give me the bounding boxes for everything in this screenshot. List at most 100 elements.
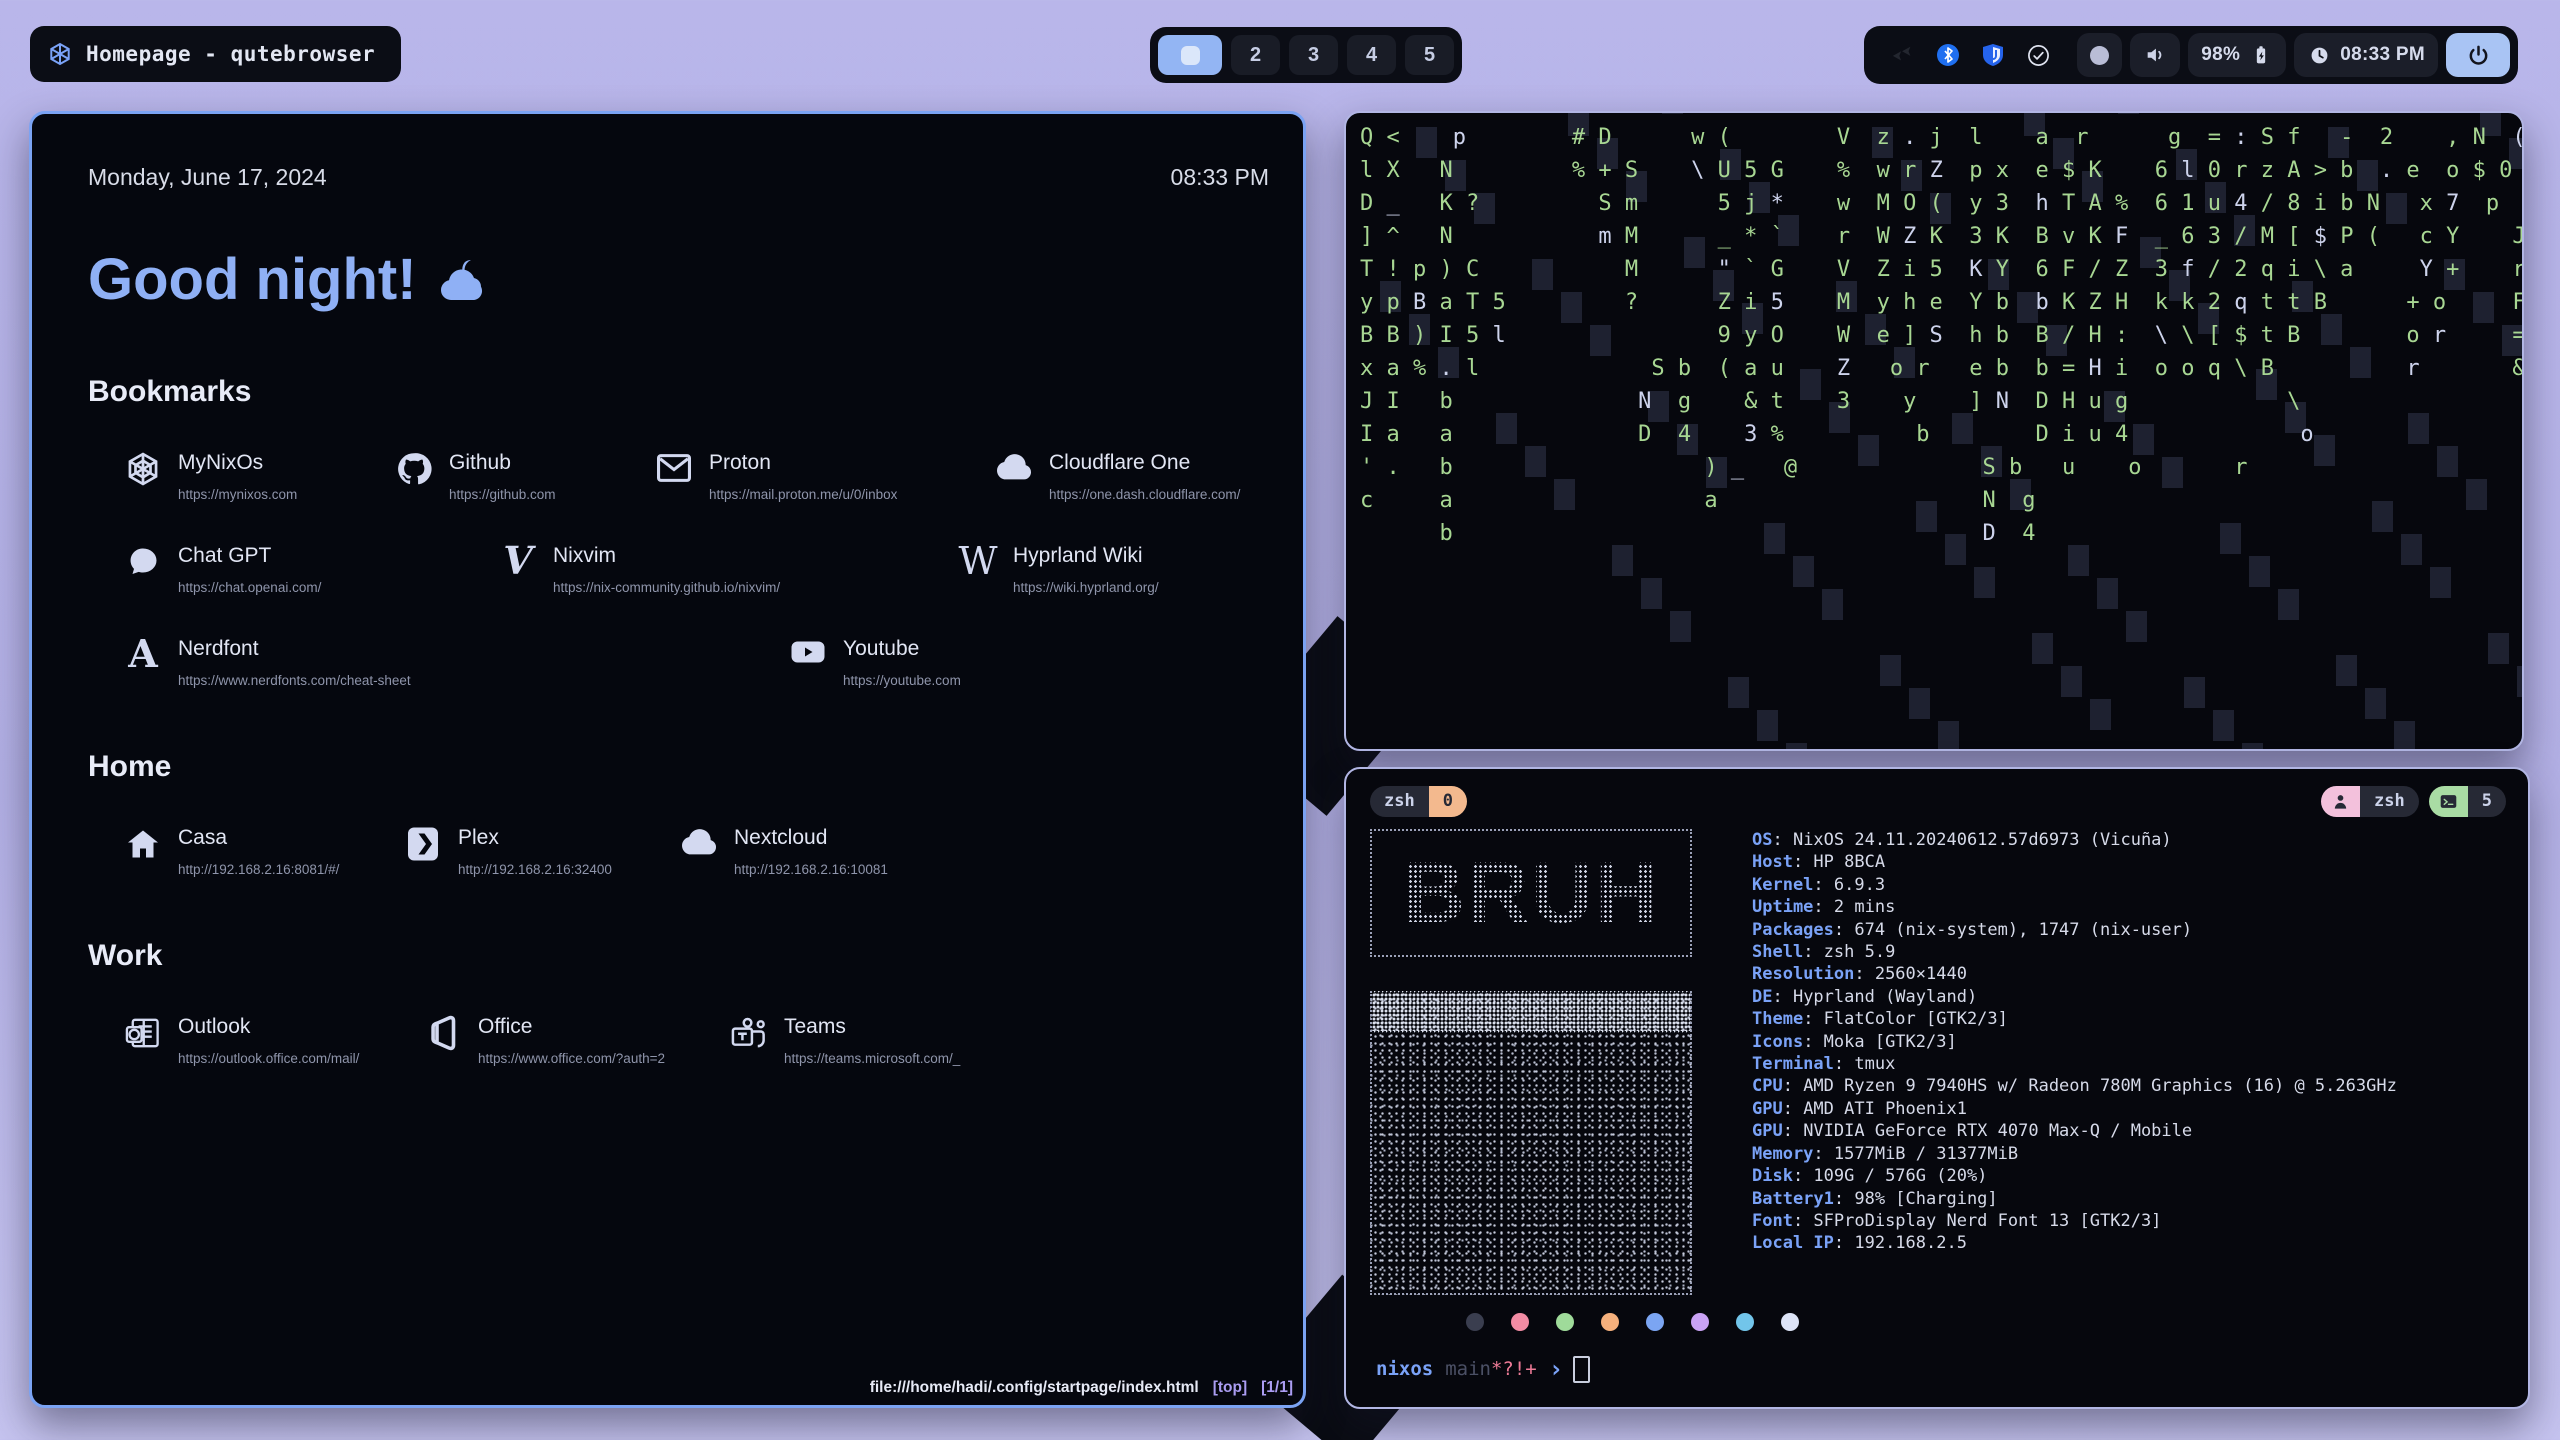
qutebrowser-statusbar: file:///home/hadi/.config/startpage/inde… [32, 1375, 1303, 1405]
fetch-info-line: Kernel: 6.9.3 [1752, 874, 2397, 896]
bruh-title: BRUH [1403, 844, 1659, 943]
shell-prompt: nixos main*?!+ › [1376, 1355, 1590, 1383]
bookmark-row: Outlookhttps://outlook.office.com/mail/O… [88, 1015, 1269, 1066]
bookmark-url: https://www.office.com/?auth=2 [478, 1051, 665, 1066]
power-button[interactable] [2446, 33, 2510, 77]
fetch-info-line: Shell: zsh 5.9 [1752, 941, 2397, 963]
fetch-info-line: Resolution: 2560×1440 [1752, 963, 2397, 985]
tmux-session-pill: zsh 0 [1370, 786, 1467, 817]
bookmark-item-teams[interactable]: Teamshttps://teams.microsoft.com/_ [730, 1015, 960, 1066]
fetch-info-line: DE: Hyprland (Wayland) [1752, 986, 2397, 1008]
terminal-icon [2429, 786, 2468, 817]
fetch-terminal-window: zsh 0 zsh 5 BRUH OS: NixOS 24.11.20240612… [1344, 767, 2530, 1409]
bruh-frame: BRUH [1370, 829, 1692, 957]
bookmark-item-proton[interactable]: Protonhttps://mail.proton.me/u/0/inbox [655, 451, 995, 502]
workspace-button-1[interactable] [1158, 35, 1222, 75]
bookmark-item-nerdfont[interactable]: ANerdfonthttps://www.nerdfonts.com/cheat… [124, 637, 789, 688]
volume-pill[interactable] [2130, 33, 2180, 77]
bookmark-url: https://youtube.com [843, 673, 961, 688]
bookmark-item-cloudflare-one[interactable]: Cloudflare Onehttps://one.dash.cloudflar… [995, 451, 1240, 502]
bookmark-item-nextcloud[interactable]: Nextcloudhttp://192.168.2.16:10081 [680, 826, 888, 877]
bluetooth-icon[interactable] [1936, 43, 1960, 67]
bookmark-item-github[interactable]: Github https://github.com [395, 451, 655, 502]
palette-color-dot [1781, 1313, 1799, 1331]
prompt-symbol: › [1549, 1355, 1563, 1383]
bookmark-title: Plex [458, 826, 612, 850]
workspace-switcher: 2345 [1150, 27, 1462, 83]
fetch-info-line: Memory: 1577MiB / 31377MiB [1752, 1143, 2397, 1165]
battery-pill[interactable]: 98% [2188, 33, 2286, 77]
plex-icon [404, 826, 442, 864]
bookmark-title: Office [478, 1015, 665, 1039]
outlook-icon [124, 1015, 162, 1053]
bookmark-item-youtube[interactable]: Youtube https://youtube.com [789, 637, 961, 688]
section-title-bookmarks: Bookmarks [88, 375, 1269, 409]
workspace-button-4[interactable]: 4 [1347, 35, 1396, 75]
bookmark-title: Nixvim [553, 544, 780, 568]
mail-icon [655, 451, 693, 489]
workspace-button-2[interactable]: 2 [1231, 35, 1280, 75]
check-circle-icon[interactable] [2026, 43, 2050, 67]
bookmark-url: https://github.com [449, 487, 556, 502]
tmux-status-pill: 5 [2429, 786, 2506, 817]
bookmark-row: ANerdfonthttps://www.nerdfonts.com/cheat… [88, 637, 1269, 688]
bookmark-item-casa[interactable]: Casa http://192.168.2.16:8081/#/ [124, 826, 404, 877]
bookmark-url: https://wiki.hyprland.org/ [1013, 580, 1159, 595]
bruh-ascii-art: BRUH [1362, 829, 1698, 1295]
bookmark-item-hyprland-wiki[interactable]: WHyprland Wikihttps://wiki.hyprland.org/ [959, 544, 1159, 595]
bookmark-url: https://mail.proton.me/u/0/inbox [709, 487, 897, 502]
cloud-icon [680, 826, 718, 864]
clock-icon [2307, 43, 2331, 67]
fetch-info-line: Disk: 109G / 576G (20%) [1752, 1165, 2397, 1187]
bookmark-sections: Bookmarks MyNixOs https://mynixos.com Githu… [88, 375, 1269, 1066]
tmux-right-status: zsh 5 [2321, 786, 2506, 817]
tray-icons [1872, 33, 2069, 77]
bookmark-url: https://mynixos.com [178, 487, 297, 502]
terminal-cursor[interactable] [1573, 1356, 1590, 1383]
statusbar-scroll-position: [top] [1213, 1379, 1247, 1397]
status-dot-icon [2090, 46, 2109, 65]
workspace-button-3[interactable]: 3 [1289, 35, 1338, 75]
bookmark-title: Casa [178, 826, 339, 850]
bookmark-title: Cloudflare One [1049, 451, 1240, 475]
statusbar-tab-count: [1/1] [1261, 1379, 1293, 1397]
moon-cloud-icon [433, 256, 489, 304]
link-indicator-icon[interactable] [1891, 43, 1915, 67]
office-icon [424, 1015, 462, 1053]
house-icon [124, 826, 162, 864]
fetch-info-line: Host: HP 8BCA [1752, 851, 2397, 873]
tmux-status-pill: zsh [2321, 786, 2419, 817]
bookmark-url: https://www.nerdfonts.com/cheat-sheet [178, 673, 411, 688]
bookmark-title: Outlook [178, 1015, 359, 1039]
shield-icon[interactable] [1981, 43, 2005, 67]
youtube-icon [789, 637, 827, 675]
bookmark-item-nixvim[interactable]: VNixvimhttps://nix-community.github.io/n… [499, 544, 959, 595]
idle-indicator-pill[interactable] [2077, 33, 2122, 77]
terminal-color-palette [1466, 1313, 2512, 1331]
workspace-button-5[interactable]: 5 [1405, 35, 1454, 75]
git-branch: main*?!+ [1445, 1358, 1537, 1380]
bookmark-title: Youtube [843, 637, 961, 661]
clock-pill[interactable]: 08:33 PM [2294, 33, 2438, 77]
speaker-icon [2143, 43, 2167, 67]
bookmark-title: Github [449, 451, 556, 475]
system-info: OS: NixOS 24.11.20240612.57d6973 (Vicuña… [1698, 829, 2397, 1295]
bookmark-url: http://192.168.2.16:8081/#/ [178, 862, 339, 877]
matrix-rain-text: Q < p # D w ( V z . j l a r g = : S f - … [1360, 121, 2524, 550]
prompt-host: nixos [1376, 1358, 1433, 1380]
bookmark-item-outlook[interactable]: Outlookhttps://outlook.office.com/mail/ [124, 1015, 424, 1066]
bookmark-url: http://192.168.2.16:10081 [734, 862, 888, 877]
bookmark-item-plex[interactable]: Plexhttp://192.168.2.16:32400 [404, 826, 680, 877]
palette-color-dot [1511, 1313, 1529, 1331]
bookmark-item-mynixos[interactable]: MyNixOs https://mynixos.com [124, 451, 395, 502]
tmux-session-name: zsh [1370, 786, 1429, 817]
bookmark-item-office[interactable]: Office https://www.office.com/?auth=2 [424, 1015, 730, 1066]
bookmark-item-chat-gpt[interactable]: Chat GPThttps://chat.openai.com/ [124, 544, 499, 595]
bookmark-title: MyNixOs [178, 451, 297, 475]
bookmark-title: Nerdfont [178, 637, 411, 661]
system-tray-cluster: 98% 08:33 PM [1864, 26, 2518, 84]
cloud-icon [995, 451, 1033, 489]
fetch-info-line: GPU: AMD ATI Phoenix1 [1752, 1098, 2397, 1120]
battery-charging-icon [2249, 43, 2273, 67]
active-window-title-pill: Homepage - qutebrowser [30, 26, 401, 82]
